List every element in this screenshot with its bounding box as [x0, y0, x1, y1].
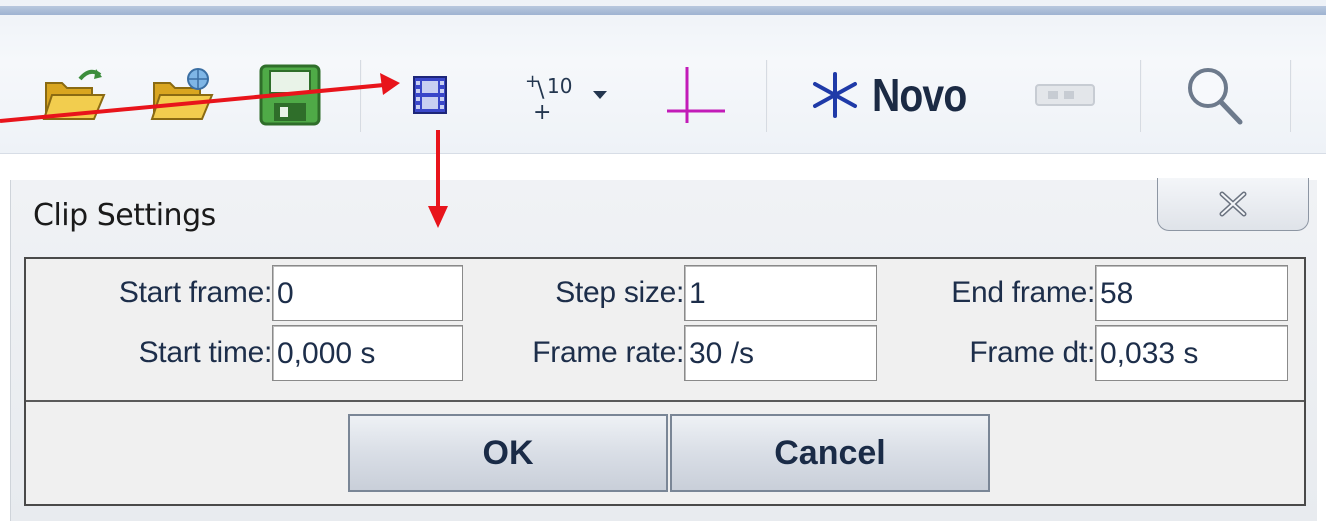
clip-settings-dialog: Clip Settings Start frame: 0 Step size: …: [10, 178, 1317, 521]
window-frame-edge: [0, 6, 1326, 15]
start-frame-field[interactable]: 0: [272, 265, 463, 321]
step-size-dropdown[interactable]: + \ 10 +: [510, 55, 620, 135]
open-folder-web-icon: [150, 68, 214, 120]
measuring-tools-button[interactable]: [1030, 55, 1100, 135]
step-icon: + \ 10 +: [525, 71, 572, 125]
start-frame-label: Start frame:: [118, 276, 272, 309]
new-track-button[interactable]: Novo: [810, 55, 1010, 135]
dialog-title: Clip Settings: [33, 198, 216, 233]
toolbar-separator: [1290, 60, 1292, 132]
svg-text:+: +: [533, 100, 551, 125]
end-frame-label: End frame:: [951, 276, 1095, 309]
coordinate-axes-button[interactable]: [660, 55, 730, 135]
frame-rate-field[interactable]: 30 /s: [684, 325, 877, 381]
toolbar-separator: [360, 60, 362, 132]
step-size-field[interactable]: 1: [684, 265, 877, 321]
start-time-label: Start time:: [138, 336, 273, 369]
toolbar: + \ 10 + Novo: [0, 0, 1326, 154]
frame-rate-label: Frame rate:: [532, 336, 684, 369]
chevron-down-icon: [593, 91, 607, 99]
open-folder-icon: [42, 69, 106, 120]
frame-dt-label: Frame dt:: [969, 336, 1095, 369]
save-disk-icon: [259, 64, 321, 126]
tape-measure-icon: [1035, 84, 1095, 106]
cancel-button[interactable]: Cancel: [670, 414, 990, 492]
toolbar-separator: [766, 60, 768, 132]
zoom-button[interactable]: [1175, 55, 1255, 135]
clip-settings-button[interactable]: [405, 55, 455, 135]
new-track-star-icon: [813, 72, 857, 118]
close-button[interactable]: [1157, 178, 1309, 231]
settings-grid: Start frame: 0 Step size: 1 End frame: 5…: [26, 259, 1304, 402]
clip-settings-panel: Start frame: 0 Step size: 1 End frame: 5…: [24, 257, 1306, 506]
save-button[interactable]: [255, 55, 325, 135]
open-url-button[interactable]: [148, 55, 218, 135]
frame-dt-field[interactable]: 0,033 s: [1095, 325, 1288, 381]
clip-settings-film-icon: [413, 76, 447, 114]
coordinate-axes-icon: [667, 67, 725, 123]
close-x-icon: [1219, 191, 1247, 217]
ok-button[interactable]: OK: [348, 414, 668, 492]
svg-text:10: 10: [547, 74, 572, 98]
end-frame-field[interactable]: 58: [1095, 265, 1288, 321]
toolbar-separator: [1140, 60, 1142, 132]
zoom-magnifier-icon: [1188, 68, 1243, 125]
new-track-label: Novo: [872, 69, 967, 121]
start-time-field[interactable]: 0,000 s: [272, 325, 463, 381]
open-file-button[interactable]: [40, 55, 110, 135]
step-size-label: Step size:: [555, 276, 684, 309]
